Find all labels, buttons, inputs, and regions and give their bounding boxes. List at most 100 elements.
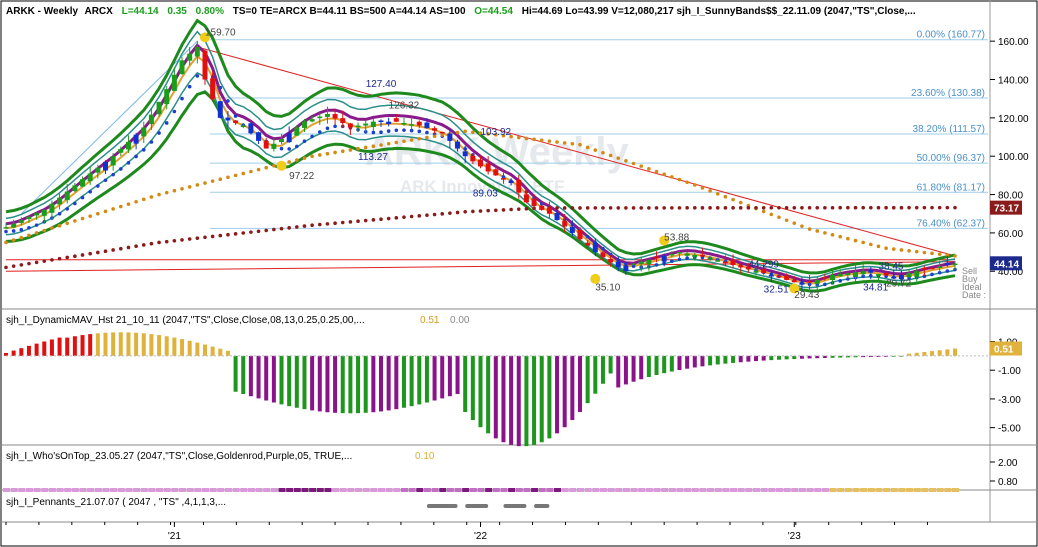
blue-dotted-average-dot xyxy=(103,178,108,183)
pennant-segment xyxy=(240,488,248,492)
histogram-bar xyxy=(608,355,613,374)
orange-dotted-average-dot xyxy=(80,216,85,221)
orange-dotted-average-dot xyxy=(356,146,360,151)
ytick-label-2: 120.00 xyxy=(998,114,1029,125)
candle-body xyxy=(363,123,369,126)
orange-dotted-average-dot xyxy=(578,142,582,147)
orange-dotted-average-dot xyxy=(823,231,827,235)
candle-body xyxy=(41,209,47,216)
maroon-dotted-average-dot xyxy=(501,208,506,212)
pennant-segment xyxy=(133,488,141,492)
orange-dotted-average-dot xyxy=(738,200,743,205)
blue-dotted-average-dot xyxy=(295,144,299,149)
maroon-dotted-average-dot xyxy=(210,234,215,239)
histogram-bar xyxy=(279,355,284,405)
maroon-dotted-average-dot xyxy=(432,212,437,217)
pennant-segment xyxy=(622,488,630,492)
maroon-dotted-average-dot xyxy=(937,205,942,210)
price-annotation-2: 127.40 xyxy=(366,79,397,90)
histogram-bar xyxy=(685,355,690,369)
candle-body xyxy=(692,254,698,257)
candle-body xyxy=(340,118,346,123)
pennant-flag-0 xyxy=(426,504,458,508)
maroon-dotted-average-dot xyxy=(73,254,77,258)
candle-body xyxy=(118,149,124,153)
orange-dotted-average-dot xyxy=(164,190,169,195)
candle-body xyxy=(539,205,545,210)
maroon-dotted-average-dot xyxy=(103,249,108,254)
candle-body xyxy=(523,194,529,203)
maroon-dotted-average-dot xyxy=(601,206,605,210)
histogram-bar xyxy=(134,332,139,356)
maroon-dotted-average-dot xyxy=(930,205,934,210)
pennant-segment xyxy=(638,488,646,492)
maroon-dotted-average-dot xyxy=(578,206,582,210)
blue-dotted-average-dot xyxy=(945,269,950,273)
histogram-bar xyxy=(532,355,537,445)
histogram-bar xyxy=(57,337,62,356)
price-annotation-9: 44.299 xyxy=(748,259,779,270)
pennant-segment xyxy=(301,488,309,492)
maroon-dotted-average-dot xyxy=(670,206,674,210)
orange-dotted-average-dot xyxy=(325,151,330,156)
maroon-dotted-average-dot xyxy=(639,206,644,210)
orange-dotted-average-dot xyxy=(585,145,590,150)
maroon-dotted-average-dot xyxy=(777,205,781,210)
maroon-dotted-average-dot xyxy=(516,207,521,211)
candle-body xyxy=(156,101,162,115)
pennant-segment xyxy=(148,488,156,492)
maroon-dotted-average-dot xyxy=(769,205,774,210)
pennant-segment xyxy=(232,488,240,492)
orange-dotted-average-dot xyxy=(769,212,774,217)
maroon-dotted-average-dot xyxy=(509,207,513,212)
candle-body xyxy=(370,121,376,128)
orange-dotted-average-dot xyxy=(371,144,376,149)
pennant-segment xyxy=(179,488,187,492)
histogram-bar xyxy=(164,336,169,356)
pennant-segment xyxy=(416,488,424,492)
candle-body xyxy=(722,261,728,264)
pennant-segment xyxy=(837,488,845,492)
pennant-segment xyxy=(607,488,615,492)
candle-body xyxy=(952,263,958,266)
histogram-bar xyxy=(593,355,598,394)
blue-dotted-average-dot xyxy=(195,74,200,78)
pennant-segment xyxy=(576,488,584,492)
pennant-segment xyxy=(561,488,569,492)
pennant-segment xyxy=(584,488,592,492)
swing-dot-1 xyxy=(276,160,287,171)
maroon-dotted-average-dot xyxy=(471,209,475,214)
candle-body xyxy=(256,132,262,141)
histogram-bar xyxy=(401,355,406,408)
indicator1-value-b: 0.00 xyxy=(450,315,470,326)
candle-body xyxy=(240,125,246,128)
blue-dotted-average-dot xyxy=(180,96,184,101)
candle-body xyxy=(57,197,63,205)
candle-body xyxy=(462,151,468,157)
orange-dotted-average-dot xyxy=(471,130,475,134)
maroon-dotted-average-dot xyxy=(11,264,16,268)
blue-dotted-average-dot xyxy=(65,207,70,211)
candle-body xyxy=(730,259,736,266)
pennant-segment xyxy=(806,488,814,492)
candle-body xyxy=(875,274,881,276)
side-label-3: Sell xyxy=(962,266,977,276)
pennant-segment xyxy=(707,488,715,492)
maroon-dotted-average-dot xyxy=(272,227,276,232)
blue-dotted-average-dot xyxy=(27,225,31,230)
maroon-dotted-average-dot xyxy=(65,255,70,260)
maroon-dotted-average-dot xyxy=(754,206,758,210)
pennant-segment xyxy=(844,488,852,492)
indicator2-title: sjh_I_Who'sOnTop_23.05.27 (2047,"TS",Clo… xyxy=(6,451,352,462)
maroon-dotted-average-dot xyxy=(784,205,789,210)
orange-dotted-average-dot xyxy=(432,134,437,139)
orange-dotted-average-dot xyxy=(379,143,383,147)
orange-dotted-average-dot xyxy=(218,177,223,182)
histogram-bar xyxy=(524,355,529,447)
maroon-dotted-average-dot xyxy=(149,241,154,246)
fib-label-1: 23.60% (130.38) xyxy=(911,88,985,99)
maroon-dotted-average-dot xyxy=(899,205,904,210)
last-price-label: 44.14 xyxy=(994,259,1019,270)
orange-dotted-average-dot xyxy=(180,187,184,191)
candle-body xyxy=(715,260,721,262)
